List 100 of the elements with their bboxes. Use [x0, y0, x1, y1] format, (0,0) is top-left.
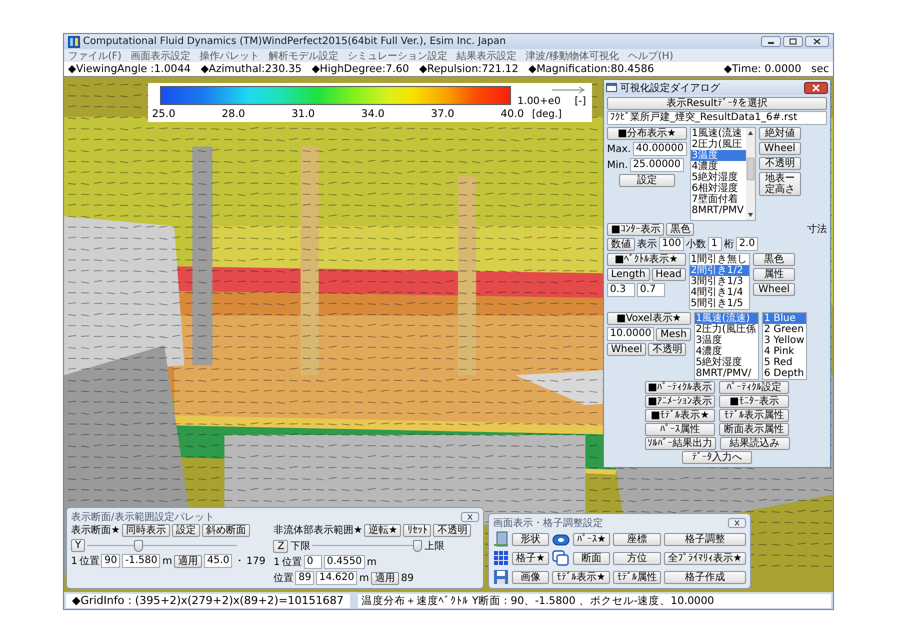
menu-item[interactable]: 操作パレット — [200, 48, 260, 62]
list-item[interactable]: 5 Red — [762, 357, 806, 368]
toggle-button[interactable]: ■ｺﾝﾀｰ表示 — [607, 222, 664, 236]
button[interactable]: ﾘｾｯﾄ — [403, 524, 432, 536]
button[interactable]: ｿﾙﾊﾞｰ結果出力 — [644, 437, 716, 450]
button[interactable]: ﾃﾞｰﾀ入力へ — [682, 451, 752, 464]
button[interactable]: 画像 — [512, 570, 549, 584]
menu-item[interactable]: 画面表示設定 — [130, 48, 191, 62]
file-field[interactable]: ﾌｸﾋﾞ業所戸建_煙突_ResultData1_6#.rst — [607, 111, 827, 125]
menu-item[interactable]: 解析モデル設定 — [268, 48, 339, 62]
list-item[interactable]: 1風速(流速) — [694, 313, 758, 324]
list-item[interactable]: 5間引き1/5 — [690, 298, 750, 309]
button[interactable]: ﾓﾃﾞﾙ属性 — [612, 570, 661, 584]
head-field[interactable]: 0.7 — [637, 283, 665, 297]
color-button[interactable]: 黒色 — [666, 222, 694, 236]
size-field[interactable]: 2.0 — [736, 237, 758, 251]
coordinate-field[interactable]: -1.580 — [122, 554, 160, 568]
toggle-button[interactable]: ■分布表示★ — [607, 127, 687, 140]
button[interactable]: 座標 — [612, 532, 661, 546]
list-item[interactable]: 8MRT/PMV/ — [694, 368, 758, 379]
list-item[interactable]: 3温度 — [690, 150, 746, 161]
menu-item[interactable]: 結果表示設定 — [456, 48, 517, 62]
button[interactable]: 格子調整 — [664, 532, 746, 546]
button[interactable]: ﾊﾟｰﾃｨｸﾙ設定 — [719, 381, 790, 394]
display-field[interactable]: 100 — [659, 237, 684, 251]
button[interactable]: ﾊﾟｰｽ属性 — [645, 423, 715, 436]
button[interactable]: 全ﾌﾟﾗｲﾏﾘｨ表示★ — [664, 552, 746, 564]
button[interactable]: 属性 — [753, 268, 796, 281]
list-item[interactable]: 3間引き1/3 — [690, 276, 750, 287]
list-item[interactable]: 4濃度 — [694, 346, 758, 357]
button[interactable]: 同時表示 — [122, 524, 170, 536]
set-button[interactable]: 設定 — [618, 174, 675, 187]
list-item[interactable]: 6相対湿度 — [690, 183, 746, 194]
button[interactable]: 不透明 — [758, 157, 801, 170]
voxel-size-field[interactable]: 10.0000 — [607, 327, 654, 341]
list-item[interactable]: 8MRT/PMV — [690, 205, 746, 216]
list-item[interactable]: 1風速(流速 — [690, 128, 746, 139]
button[interactable]: 逆転★ — [364, 524, 402, 536]
button[interactable]: 地表ー定高さ — [758, 172, 801, 196]
length-button[interactable]: Length — [607, 268, 650, 281]
list-item[interactable]: 6 Depth — [762, 368, 806, 379]
apply-button[interactable]: 適用 — [370, 572, 399, 584]
list-item[interactable]: 4濃度 — [690, 161, 746, 172]
slider-thumb[interactable] — [413, 540, 422, 552]
button[interactable]: 設定 — [172, 524, 200, 536]
button[interactable]: 断面 — [572, 552, 610, 564]
button[interactable]: 断面表示属性 — [719, 423, 789, 436]
button[interactable]: ■ﾓﾆﾀｰ表示 — [719, 395, 790, 408]
toggle-button[interactable]: ■Voxel表示★ — [607, 312, 691, 325]
index-field[interactable]: 90 — [101, 554, 120, 568]
list-item[interactable]: 5絶対湿度 — [690, 172, 746, 183]
list-item[interactable]: 2圧力(風圧係 — [694, 324, 758, 335]
mesh-button[interactable]: Mesh — [656, 328, 691, 340]
axis-button[interactable]: Y — [71, 539, 86, 552]
button[interactable]: 絶対値 — [758, 127, 801, 140]
min-field[interactable]: 25.00000 — [630, 158, 684, 172]
length-field[interactable]: 0.3 — [607, 283, 635, 297]
list-item[interactable]: 1間引き無し — [690, 254, 750, 265]
list-item[interactable]: 5絶対湿度 — [694, 357, 758, 368]
list-item[interactable]: 3 Yellow — [762, 335, 806, 346]
button[interactable]: 方位 — [612, 552, 661, 564]
button[interactable]: Wheel — [758, 142, 801, 155]
value-button[interactable]: 数値 — [607, 238, 635, 250]
wheel-button[interactable]: Wheel — [607, 343, 646, 356]
select-result-button[interactable]: 表示Resultﾃﾞｰﾀを選択 — [607, 97, 827, 110]
menu-item[interactable]: シミュレーション設定 — [348, 48, 448, 62]
toggle-button[interactable]: ■ﾍﾞｸﾄﾙ表示★ — [607, 253, 686, 266]
button[interactable]: Wheel — [753, 283, 796, 296]
menu-item[interactable]: 津波/移動物体可視化 — [526, 48, 619, 62]
list-item[interactable]: 2間引き1/2 — [690, 265, 750, 276]
max-field[interactable]: 40.00000 — [632, 142, 687, 156]
opacity-button[interactable]: 不透明 — [433, 524, 472, 536]
decimal-field[interactable]: 1 — [708, 237, 722, 251]
list-item[interactable]: 2 Green — [762, 324, 806, 335]
list-item[interactable]: 4間引き1/4 — [690, 287, 750, 298]
head-button[interactable]: Head — [652, 268, 686, 281]
index-field[interactable]: 0 — [304, 555, 322, 569]
coordinate-field[interactable]: 14.620 — [316, 571, 358, 585]
list-item[interactable]: 2圧力(風圧 — [690, 139, 746, 150]
button[interactable]: 結果読込み — [720, 437, 790, 450]
coordinate-field[interactable]: 0.4550 — [324, 555, 365, 569]
list-item[interactable]: 7壁面付着 — [690, 194, 746, 205]
button[interactable]: ﾓﾃﾞﾙ表示★ — [552, 570, 610, 584]
list-item[interactable]: 1 Blue — [762, 313, 806, 324]
angle-field[interactable]: 45.0 — [204, 554, 232, 568]
button[interactable]: 形状 — [512, 532, 549, 546]
button[interactable]: ﾓﾃﾞﾙ表示属性 — [719, 409, 789, 422]
list-item[interactable]: 4 Pink — [762, 346, 806, 357]
button[interactable]: ■ｱﾆﾒｰｼｮﾝ表示 — [644, 395, 716, 408]
button[interactable]: ■ﾊﾟｰﾃｨｸﾙ表示 — [644, 381, 716, 394]
button[interactable]: ﾊﾟｰｽ★ — [572, 532, 610, 546]
list-item[interactable]: 3温度 — [694, 335, 758, 346]
index-field[interactable]: 89 — [295, 571, 314, 585]
button[interactable]: 斜め断面 — [202, 524, 250, 536]
apply-button[interactable]: 適用 — [174, 554, 202, 568]
button[interactable]: 格子★ — [512, 552, 549, 564]
button[interactable]: 黒色 — [753, 253, 796, 266]
menu-item[interactable]: ファイル(F) — [68, 48, 122, 62]
menu-item[interactable]: ヘルプ(H) — [628, 48, 674, 62]
button[interactable]: 格子作成 — [664, 570, 746, 584]
